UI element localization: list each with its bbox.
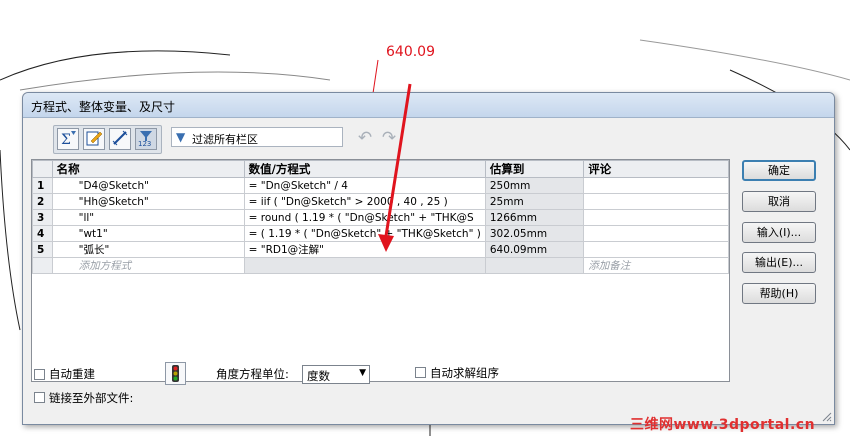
annotation-arrow	[378, 83, 412, 252]
watermark: 三维网www.3dportal.cn	[630, 417, 816, 433]
